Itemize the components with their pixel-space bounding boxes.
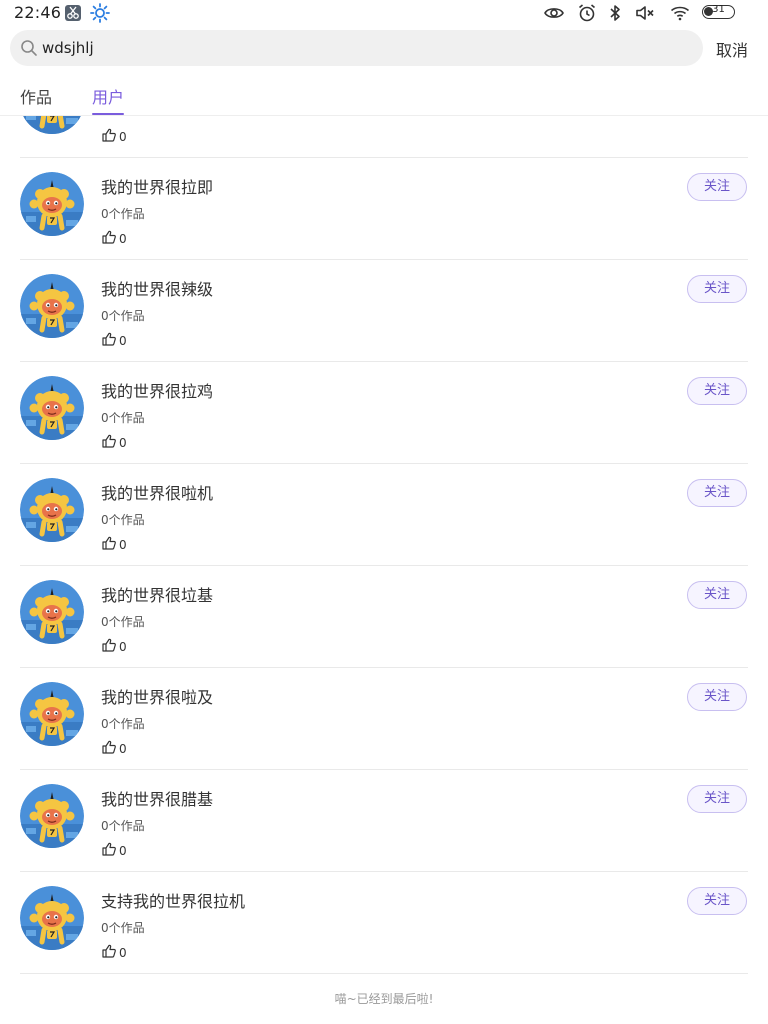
end-of-list-text: 喵~已经到最后啦! xyxy=(334,992,434,1006)
status-bar: 22:46 31 xyxy=(0,0,768,26)
thumbs-up-icon[interactable] xyxy=(101,943,117,959)
avatar[interactable] xyxy=(20,580,84,644)
thumbs-up-icon[interactable] xyxy=(101,127,117,143)
works-count: 0个作品 xyxy=(101,921,145,935)
like-count: 0 xyxy=(119,844,127,858)
bluetooth-icon xyxy=(604,2,626,24)
list-item[interactable]: 0 xyxy=(20,116,748,158)
like-count: 0 xyxy=(119,640,127,654)
avatar[interactable] xyxy=(20,274,84,338)
list-item[interactable]: 我的世界很腊基 0个作品 0 关注 xyxy=(20,770,748,872)
search-box[interactable] xyxy=(10,30,703,66)
user-name[interactable]: 我的世界很垃基 xyxy=(101,582,213,606)
thumbs-up-icon[interactable] xyxy=(101,637,117,653)
follow-button[interactable]: 关注 xyxy=(687,887,747,915)
tab-users[interactable]: 用户 xyxy=(92,84,124,108)
scissors-app-icon xyxy=(62,2,84,24)
list-item[interactable]: 我的世界很拉鸡 0个作品 0 关注 xyxy=(20,362,748,464)
works-count: 0个作品 xyxy=(101,513,145,527)
like-count: 0 xyxy=(119,538,127,552)
battery-icon: 31 xyxy=(702,4,735,19)
follow-button[interactable]: 关注 xyxy=(687,479,747,507)
wifi-icon xyxy=(669,2,691,24)
like-count: 0 xyxy=(119,742,127,756)
thumbs-up-icon[interactable] xyxy=(101,229,117,245)
avatar[interactable] xyxy=(20,478,84,542)
works-count: 0个作品 xyxy=(101,819,145,833)
works-count: 0个作品 xyxy=(101,717,145,731)
list-item[interactable]: 我的世界很啦机 0个作品 0 关注 xyxy=(20,464,748,566)
like-count: 0 xyxy=(119,436,127,450)
user-name[interactable]: 我的世界很啦及 xyxy=(101,684,213,708)
follow-button[interactable]: 关注 xyxy=(687,173,747,201)
follow-button[interactable]: 关注 xyxy=(687,683,747,711)
volume-muted-icon xyxy=(634,2,656,24)
user-list[interactable]: 0 我的世界很拉即 0个作品 0 关注 我的世界很辣级 0个作品 0 关注 我的… xyxy=(0,116,768,1024)
avatar[interactable] xyxy=(20,682,84,746)
thumbs-up-icon[interactable] xyxy=(101,433,117,449)
thumbs-up-icon[interactable] xyxy=(101,841,117,857)
list-item[interactable]: 我的世界很辣级 0个作品 0 关注 xyxy=(20,260,748,362)
like-count: 0 xyxy=(119,130,127,144)
avatar[interactable] xyxy=(20,116,84,134)
search-input[interactable] xyxy=(42,36,682,60)
battery-level: 31 xyxy=(712,4,725,15)
user-name[interactable]: 我的世界很拉即 xyxy=(101,174,213,198)
follow-button[interactable]: 关注 xyxy=(687,377,747,405)
list-item[interactable]: 支持我的世界很拉机 0个作品 0 关注 xyxy=(20,872,748,974)
avatar[interactable] xyxy=(20,784,84,848)
avatar[interactable] xyxy=(20,886,84,950)
brightness-icon xyxy=(89,2,111,24)
follow-button[interactable]: 关注 xyxy=(687,275,747,303)
alarm-icon xyxy=(576,2,598,24)
status-time: 22:46 xyxy=(14,3,62,22)
user-name[interactable]: 支持我的世界很拉机 xyxy=(101,888,245,912)
active-tab-indicator xyxy=(92,113,124,115)
follow-button[interactable]: 关注 xyxy=(687,785,747,813)
tab-bar: 作品 用户 xyxy=(0,80,768,116)
thumbs-up-icon[interactable] xyxy=(101,331,117,347)
like-count: 0 xyxy=(119,334,127,348)
search-icon xyxy=(19,38,39,58)
user-name[interactable]: 我的世界很啦机 xyxy=(101,480,213,504)
avatar[interactable] xyxy=(20,172,84,236)
list-item[interactable]: 我的世界很拉即 0个作品 0 关注 xyxy=(20,158,748,260)
user-name[interactable]: 我的世界很拉鸡 xyxy=(101,378,213,402)
eye-icon xyxy=(543,2,565,24)
works-count: 0个作品 xyxy=(101,615,145,629)
works-count: 0个作品 xyxy=(101,411,145,425)
cancel-button[interactable]: 取消 xyxy=(716,37,748,61)
thumbs-up-icon[interactable] xyxy=(101,739,117,755)
like-count: 0 xyxy=(119,946,127,960)
works-count: 0个作品 xyxy=(101,309,145,323)
list-item[interactable]: 我的世界很垃基 0个作品 0 关注 xyxy=(20,566,748,668)
works-count: 0个作品 xyxy=(101,207,145,221)
thumbs-up-icon[interactable] xyxy=(101,535,117,551)
user-name[interactable]: 我的世界很辣级 xyxy=(101,276,213,300)
list-item[interactable]: 我的世界很啦及 0个作品 0 关注 xyxy=(20,668,748,770)
avatar[interactable] xyxy=(20,376,84,440)
like-count: 0 xyxy=(119,232,127,246)
user-name[interactable]: 我的世界很腊基 xyxy=(101,786,213,810)
follow-button[interactable]: 关注 xyxy=(687,581,747,609)
tab-works[interactable]: 作品 xyxy=(20,84,52,108)
